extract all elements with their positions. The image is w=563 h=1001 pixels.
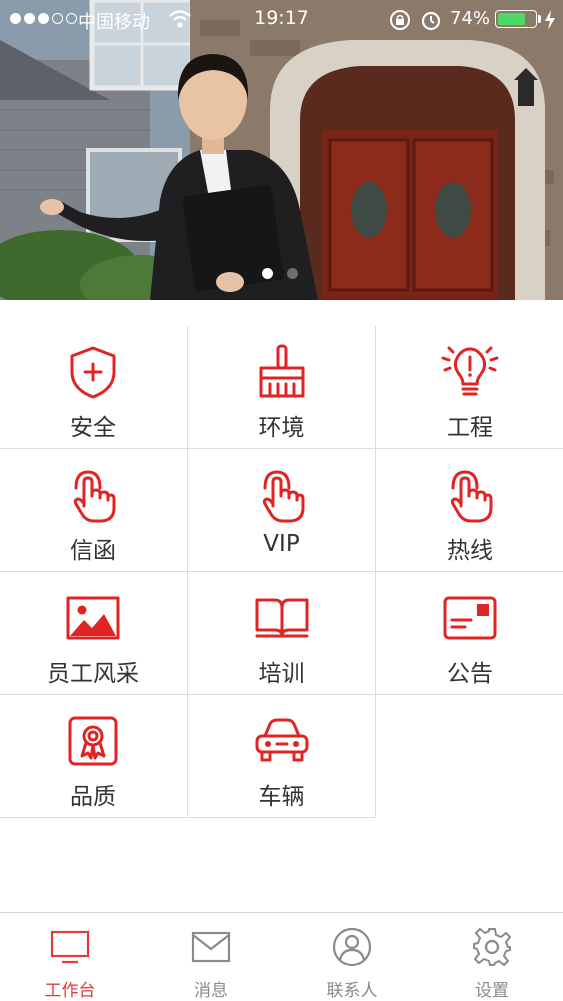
lightbulb-alert-icon xyxy=(376,344,563,400)
alarm-clock-icon xyxy=(420,9,442,36)
hand-pointer-icon xyxy=(188,467,375,523)
menu-item-label: 热线 xyxy=(447,538,493,564)
status-bar: 中国移动 19:17 74% xyxy=(0,0,563,38)
rotation-lock-icon xyxy=(389,9,411,36)
menu-item-9[interactable]: 公告 xyxy=(376,572,563,695)
award-badge-icon xyxy=(0,713,187,769)
menu-item-label: 品质 xyxy=(70,784,116,810)
menu-item-label: VIP xyxy=(263,531,300,557)
menu-item-4[interactable]: 信函 xyxy=(0,449,188,572)
hand-pointer-icon xyxy=(376,467,563,523)
banner-page-indicator[interactable] xyxy=(262,268,298,279)
menu-item-8[interactable]: 培训 xyxy=(188,572,376,695)
menu-item-2[interactable]: 环境 xyxy=(188,326,376,449)
tab-label: 工作台 xyxy=(44,981,96,1001)
shield-plus-icon xyxy=(0,344,187,400)
battery-tip xyxy=(538,15,541,23)
tab-label: 消息 xyxy=(194,981,228,1001)
menu-item-label: 培训 xyxy=(258,661,305,687)
envelope-icon xyxy=(141,927,281,967)
open-book-icon xyxy=(188,590,375,646)
gear-icon xyxy=(422,927,562,967)
tab-3[interactable]: 联系人 xyxy=(282,913,422,1001)
menu-item-label: 环境 xyxy=(258,415,305,441)
menu-item-label: 信函 xyxy=(70,538,116,564)
page-dot-1[interactable] xyxy=(262,268,273,279)
car-icon xyxy=(188,713,375,769)
hand-pointer-icon xyxy=(0,467,187,523)
menu-item-3[interactable]: 工程 xyxy=(376,326,563,449)
menu-item-11[interactable]: 车辆 xyxy=(188,695,376,818)
menu-item-label: 安全 xyxy=(70,415,116,441)
menu-item-label: 公告 xyxy=(447,661,493,687)
hero-banner[interactable]: 中国移动 19:17 74% xyxy=(0,0,563,300)
picture-icon xyxy=(0,590,187,646)
menu-item-label: 工程 xyxy=(447,415,493,441)
tab-4[interactable]: 设置 xyxy=(422,913,562,1001)
page-dot-2[interactable] xyxy=(287,268,298,279)
menu-item-7[interactable]: 员工风采 xyxy=(0,572,188,695)
menu-item-5[interactable]: VIP xyxy=(188,449,376,572)
menu-item-label: 员工风采 xyxy=(47,661,139,687)
postcard-icon xyxy=(376,590,563,646)
menu-item-label: 车辆 xyxy=(258,784,305,810)
bottom-tab-bar: 工作台 消息 联系人 设置 xyxy=(0,912,563,1001)
battery-icon xyxy=(495,10,537,28)
menu-item-10[interactable]: 品质 xyxy=(0,695,188,818)
menu-item-1[interactable]: 安全 xyxy=(0,326,188,449)
person-icon xyxy=(282,927,422,967)
monitor-icon xyxy=(0,927,140,967)
banner-photo xyxy=(0,0,563,300)
tab-1[interactable]: 工作台 xyxy=(0,913,140,1001)
battery-percentage: 74% xyxy=(450,8,491,29)
tab-2[interactable]: 消息 xyxy=(141,913,281,1001)
menu-item-6[interactable]: 热线 xyxy=(376,449,563,572)
charging-bolt-icon xyxy=(544,10,556,35)
tab-label: 设置 xyxy=(475,981,509,1001)
broom-icon xyxy=(188,344,375,400)
tab-label: 联系人 xyxy=(326,981,378,1001)
